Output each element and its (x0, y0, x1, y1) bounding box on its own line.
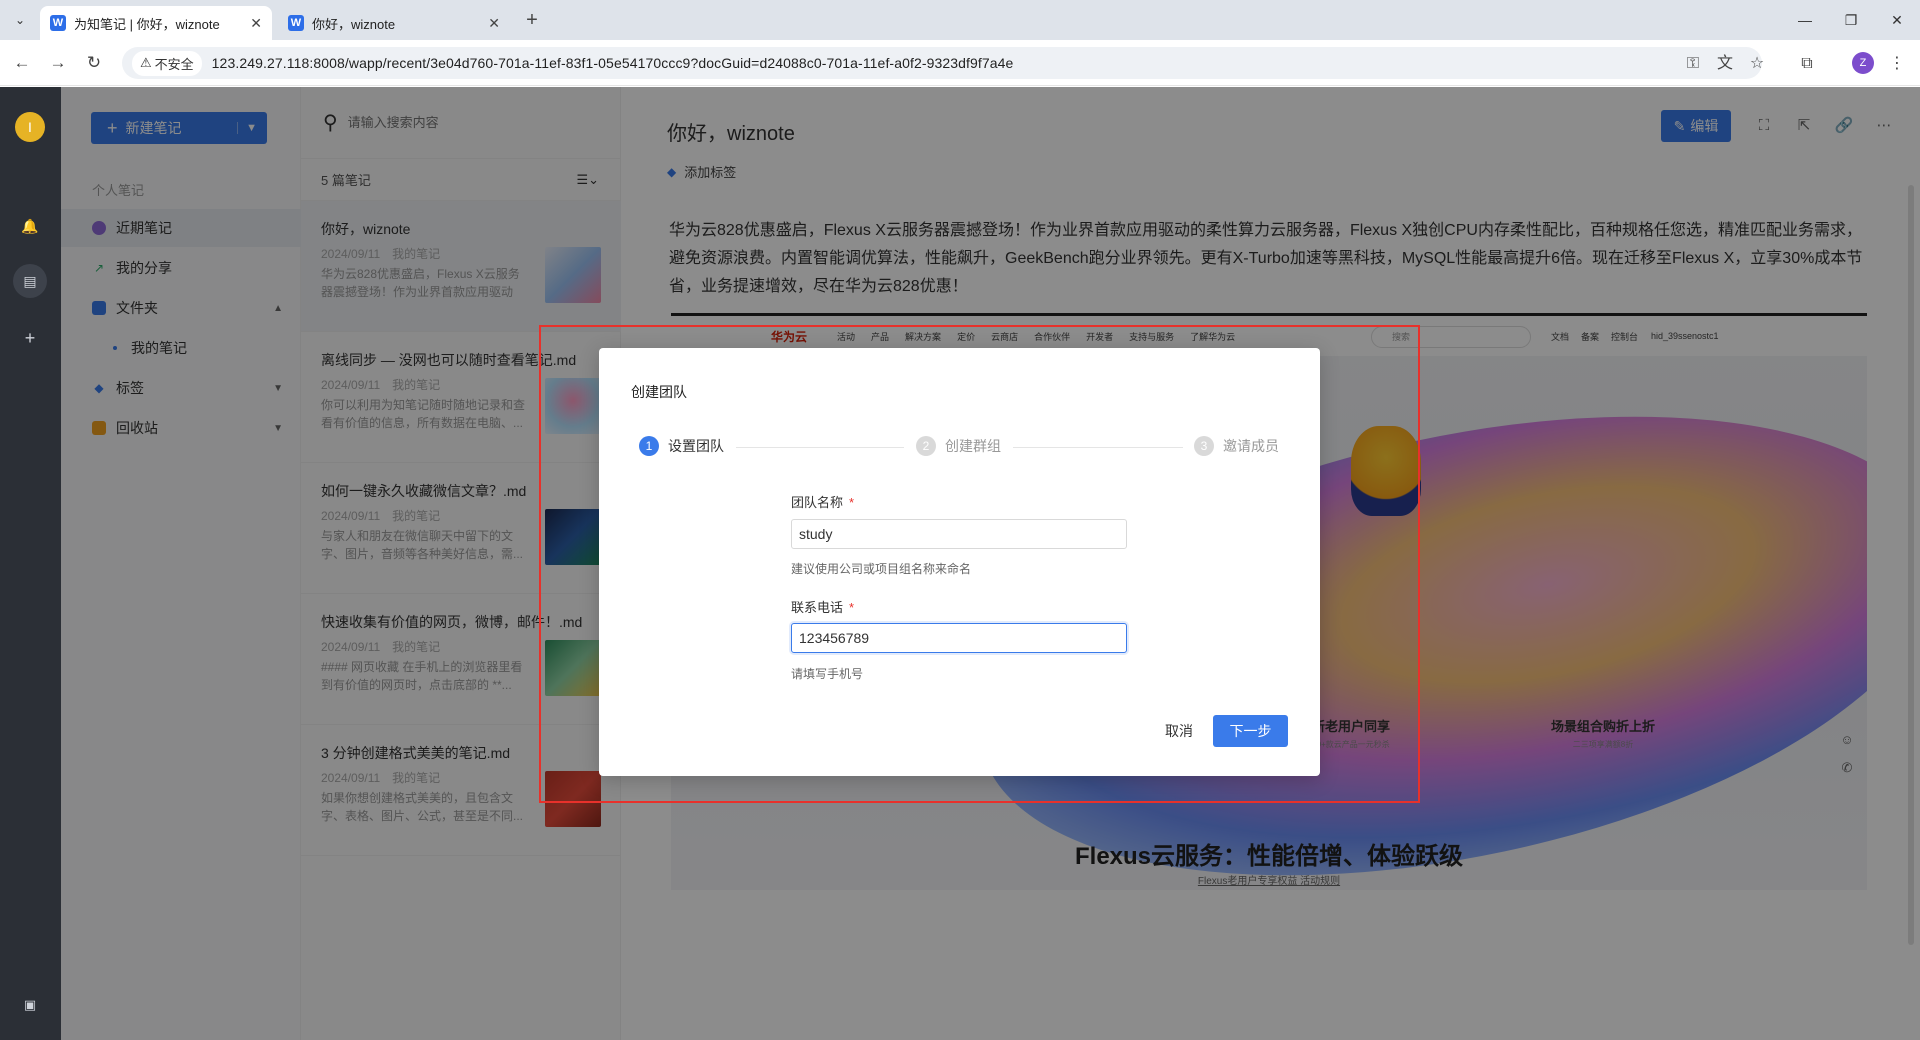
team-name-input[interactable] (791, 519, 1127, 549)
team-name-hint: 建议使用公司或项目组名称来命名 (791, 562, 972, 576)
feedback-icon[interactable]: ▣ (19, 994, 41, 1016)
forward-arrow-icon[interactable]: → (46, 51, 70, 75)
url-omnibox[interactable]: ⚠ 不安全 123.249.27.118:8008/wapp/recent/3e0… (122, 47, 1762, 79)
stepper: 1 设置团队 2 创建群组 3 邀请成员 (639, 436, 1279, 460)
tab-title: 为知笔记 | 你好，wiznote (74, 16, 220, 32)
password-key-icon[interactable]: ⚿ (1682, 53, 1704, 75)
minimize-icon[interactable]: — (1782, 8, 1828, 32)
phone-hint: 请填写手机号 (791, 667, 864, 681)
url-text[interactable]: 123.249.27.118:8008/wapp/recent/3e04d760… (212, 55, 1014, 71)
step-setup-team: 1 设置团队 (639, 436, 724, 456)
phone-input[interactable] (791, 623, 1127, 653)
new-tab-plus-icon[interactable]: + (520, 8, 544, 32)
step-connector (736, 447, 904, 448)
cancel-button[interactable]: 取消 (1149, 715, 1209, 747)
notes-doc-icon[interactable]: ▤ (13, 264, 47, 298)
browser-tab-bar: ⌄ W 为知笔记 | 你好，wiznote ✕ W 你好，wiznote ✕ +… (0, 0, 1920, 40)
browser-tab-1[interactable]: W 为知笔记 | 你好，wiznote ✕ (40, 6, 272, 40)
warning-triangle-icon: ⚠ (140, 55, 152, 70)
restore-icon[interactable]: ❐ (1828, 8, 1874, 32)
team-name-label: 团队名称 * (791, 495, 855, 510)
phone-label: 联系电话 * (791, 600, 855, 615)
close-tab-icon[interactable]: ✕ (250, 15, 262, 32)
translate-icon[interactable]: 文 (1714, 53, 1736, 75)
left-rail: I 🔔 ▤ + ▣ (0, 87, 61, 1040)
browser-address-bar: ← → ↻ ⚠ 不安全 123.249.27.118:8008/wapp/rece… (0, 40, 1920, 86)
user-avatar[interactable]: I (15, 112, 45, 142)
dialog-title: 创建团队 (631, 384, 687, 400)
wiznote-favicon-icon: W (50, 15, 66, 31)
step-invite-members: 3 邀请成员 (1194, 436, 1279, 456)
insecure-badge[interactable]: ⚠ 不安全 (132, 50, 202, 76)
tab-search-chevron-icon[interactable]: ⌄ (8, 8, 32, 32)
bell-icon[interactable]: 🔔 (19, 215, 41, 237)
step-connector (1013, 447, 1183, 448)
reload-icon[interactable]: ↻ (82, 51, 106, 75)
extensions-puzzle-icon[interactable]: ⧉ (1796, 53, 1818, 75)
bookmark-star-icon[interactable]: ☆ (1746, 53, 1768, 75)
profile-avatar[interactable]: Z (1852, 52, 1874, 74)
next-step-button[interactable]: 下一步 (1213, 715, 1288, 747)
browser-menu-icon[interactable]: ⋮ (1886, 53, 1908, 75)
wiznote-favicon-icon: W (288, 15, 304, 31)
close-window-icon[interactable]: ✕ (1874, 8, 1920, 32)
create-team-dialog: 创建团队 1 设置团队 2 创建群组 3 邀请成员 团队名称* 建议使用公司或项… (599, 348, 1320, 776)
step-create-group: 2 创建群组 (916, 436, 1001, 456)
add-plus-icon[interactable]: + (19, 327, 41, 349)
tab-title: 你好，wiznote (312, 16, 396, 32)
browser-tab-2[interactable]: W 你好，wiznote ✕ (278, 6, 510, 40)
close-tab-icon[interactable]: ✕ (488, 15, 500, 32)
back-arrow-icon[interactable]: ← (10, 51, 34, 75)
